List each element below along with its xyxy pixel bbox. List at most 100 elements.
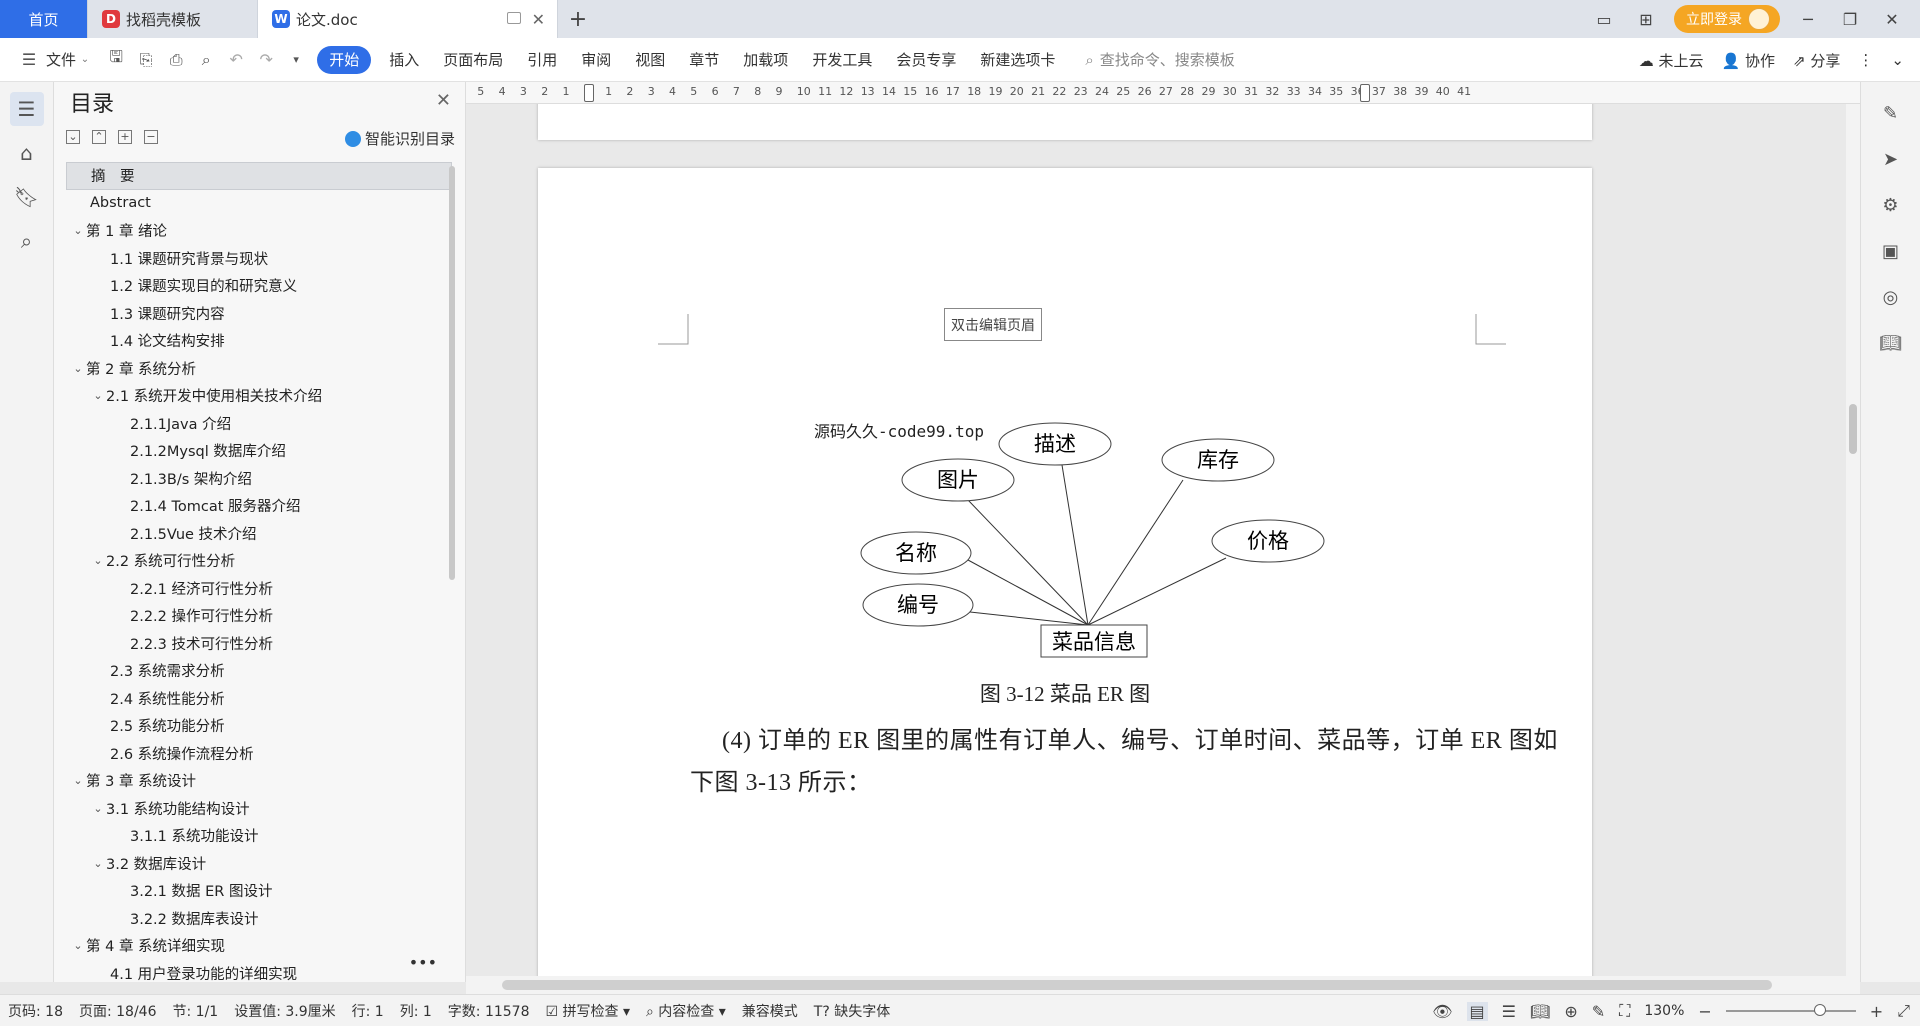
toc-item[interactable]: 1.3 课题研究内容 <box>66 300 452 328</box>
toc-item[interactable]: 3.2.1 数据 ER 图设计 <box>66 877 452 905</box>
navigation-pane-icon[interactable]: ⌂ <box>10 136 44 170</box>
toc-item[interactable]: 摘 要 <box>66 162 452 190</box>
fullscreen-icon[interactable]: ⤢ <box>1897 1001 1910 1021</box>
document-page[interactable]: 双击编辑页眉 源码久久-code99.top 描述 库存 图片 价格 名称 编号… <box>538 168 1592 976</box>
fit-page-icon[interactable]: ⛶ <box>1619 1001 1630 1021</box>
tab-home[interactable]: 首页 <box>0 0 88 38</box>
more-icon[interactable]: ••• <box>409 953 437 972</box>
toc-scrollbar[interactable] <box>449 166 455 580</box>
hamburger-icon[interactable]: ☰ <box>18 49 40 71</box>
toc-item[interactable]: 2.6 系统操作流程分析 <box>66 740 452 768</box>
apps-grid-icon[interactable]: ⊞ <box>1632 10 1660 29</box>
menu-insert[interactable]: 插入 <box>377 38 431 82</box>
page-view-icon[interactable]: ▤ <box>1466 1001 1488 1021</box>
image-tools-icon[interactable]: ▣ <box>1876 236 1906 266</box>
tab-float-icon[interactable] <box>507 12 521 24</box>
menu-review[interactable]: 审阅 <box>569 38 623 82</box>
assistant-icon[interactable]: ◎ <box>1876 282 1906 312</box>
print-icon[interactable]: ⎙ <box>165 49 187 71</box>
minimize-icon[interactable]: ─ <box>1794 10 1822 29</box>
web-view-icon[interactable]: ⊕ <box>1564 1002 1577 1021</box>
save-icon[interactable]: 🖫 <box>105 47 127 71</box>
zoom-level[interactable]: 130% <box>1644 1003 1684 1019</box>
menu-home[interactable]: 开始 <box>317 45 372 74</box>
status-page-number[interactable]: 页码: 18 <box>0 1001 71 1021</box>
toc-item[interactable]: 2.3 系统需求分析 <box>66 657 452 685</box>
redo-icon[interactable]: ↷ <box>255 49 277 71</box>
close-window-icon[interactable]: ✕ <box>1878 10 1906 29</box>
spell-check-button[interactable]: ☑ 拼写检查 ▾ <box>538 1001 639 1021</box>
find-icon[interactable]: ⌕ <box>10 224 44 258</box>
command-search[interactable]: ⌕ 查找命令、搜索模板 <box>1085 49 1234 70</box>
chevron-down-icon[interactable]: ⌄ <box>90 802 106 815</box>
write-view-icon[interactable]: ✎ <box>1592 1002 1605 1021</box>
close-icon[interactable]: ✕ <box>436 90 451 111</box>
toc-item[interactable]: ⌄ 2.2 系统可行性分析 <box>66 547 452 575</box>
toc-item[interactable]: 2.4 系统性能分析 <box>66 685 452 713</box>
layout-icon[interactable]: ▭ <box>1590 10 1618 29</box>
scroll-thumb[interactable] <box>502 980 1772 990</box>
toc-item[interactable]: ⌄ 3.2 数据库设计 <box>66 850 452 878</box>
adjust-icon[interactable]: ⚙︎ <box>1876 190 1906 220</box>
smart-toc-button[interactable]: 智能识别目录 <box>344 128 455 149</box>
edit-header-button[interactable]: 双击编辑页眉 <box>944 308 1042 341</box>
missing-font-button[interactable]: T? 缺失字体 <box>806 1001 898 1021</box>
bookmark-icon[interactable]: 🔖︎ <box>10 180 44 214</box>
menu-developer[interactable]: 开发工具 <box>800 38 884 82</box>
pen-icon[interactable]: ✎ <box>1876 98 1906 128</box>
file-menu[interactable]: 文件 ⌄ <box>44 38 101 82</box>
pointer-icon[interactable]: ➤ <box>1876 144 1906 174</box>
export-pdf-icon[interactable]: ⎘ <box>135 49 157 71</box>
remove-heading-icon[interactable]: − <box>144 130 158 144</box>
toc-item[interactable]: ⌄ 第 1 章 绪论 <box>66 217 452 245</box>
toc-item[interactable]: ⌄ 第 3 章 系统设计 <box>66 767 452 795</box>
toc-panel-icon[interactable]: ☰ <box>9 92 44 126</box>
right-indent-marker[interactable] <box>1360 84 1370 102</box>
toc-item[interactable]: 3.2.2 数据库表设计 <box>66 905 452 933</box>
new-tab-button[interactable]: + <box>558 0 598 38</box>
menu-page-layout[interactable]: 页面布局 <box>431 38 515 82</box>
collapse-ribbon-icon[interactable]: ⌄ <box>1891 51 1904 69</box>
reading-icon[interactable]: 📖︎ <box>1876 328 1906 358</box>
tab-close-icon[interactable]: ✕ <box>532 10 545 29</box>
zoom-slider-knob[interactable] <box>1813 1004 1826 1016</box>
chevron-down-icon[interactable]: ⌄ <box>70 939 86 952</box>
cloud-status[interactable]: ☁ 未上云 <box>1639 50 1704 71</box>
toc-item[interactable]: 1.4 论文结构安排 <box>66 327 452 355</box>
menu-member[interactable]: 会员专享 <box>884 38 968 82</box>
toc-item[interactable]: 2.1.1Java 介绍 <box>66 410 452 438</box>
toc-item[interactable]: ⌄ 第 4 章 系统详细实现 <box>66 932 452 960</box>
chevron-down-icon[interactable]: ⌄ <box>70 224 86 237</box>
chevron-down-icon[interactable]: ⌄ <box>90 857 106 870</box>
print-preview-icon[interactable]: ⌕ <box>195 49 217 71</box>
chevron-down-icon[interactable]: ⌄ <box>90 389 106 402</box>
indent-marker[interactable] <box>584 84 594 102</box>
toc-item[interactable]: ⌄ 2.1 系统开发中使用相关技术介绍 <box>66 382 452 410</box>
menu-section[interactable]: 章节 <box>677 38 731 82</box>
toc-item[interactable]: ⌄ 第 2 章 系统分析 <box>66 355 452 383</box>
outline-view-icon[interactable]: ☰ <box>1502 1002 1516 1021</box>
toc-item[interactable]: 2.2.1 经济可行性分析 <box>66 575 452 603</box>
chevron-down-icon[interactable]: ⌄ <box>70 774 86 787</box>
zoom-out-icon[interactable]: − <box>1698 1002 1711 1021</box>
status-word-count[interactable]: 字数: 11578 <box>440 1001 538 1021</box>
toc-item[interactable]: 2.1.4 Tomcat 服务器介绍 <box>66 492 452 520</box>
toc-item[interactable]: 3.1.1 系统功能设计 <box>66 822 452 850</box>
quick-access-dropdown-icon[interactable]: ▾ <box>285 49 307 71</box>
horizontal-scrollbar[interactable] <box>466 976 1860 994</box>
chevron-down-icon[interactable]: ⌄ <box>90 554 106 567</box>
read-view-icon[interactable]: 📖︎ <box>1530 1002 1550 1021</box>
collapse-all-icon[interactable]: ⌄ <box>66 130 80 144</box>
zoom-slider[interactable] <box>1725 1004 1856 1016</box>
toc-item[interactable]: 2.5 系统功能分析 <box>66 712 452 740</box>
toc-item[interactable]: 2.1.2Mysql 数据库介绍 <box>66 437 452 465</box>
collaborate-button[interactable]: 👤 协作 <box>1722 50 1775 71</box>
horizontal-ruler[interactable]: 6543211234567891011121314151617181920212… <box>466 82 1860 104</box>
tab-document[interactable]: W 论文.doc ✕ <box>258 0 558 38</box>
toc-item[interactable]: 2.1.3B/s 架构介绍 <box>66 465 452 493</box>
share-button[interactable]: ⇗ 分享 <box>1793 50 1840 71</box>
menu-addins[interactable]: 加载项 <box>731 38 800 82</box>
undo-icon[interactable]: ↶ <box>225 49 247 71</box>
status-page-count[interactable]: 页面: 18/46 <box>71 1001 165 1021</box>
toc-item[interactable]: 1.2 课题实现目的和研究意义 <box>66 272 452 300</box>
